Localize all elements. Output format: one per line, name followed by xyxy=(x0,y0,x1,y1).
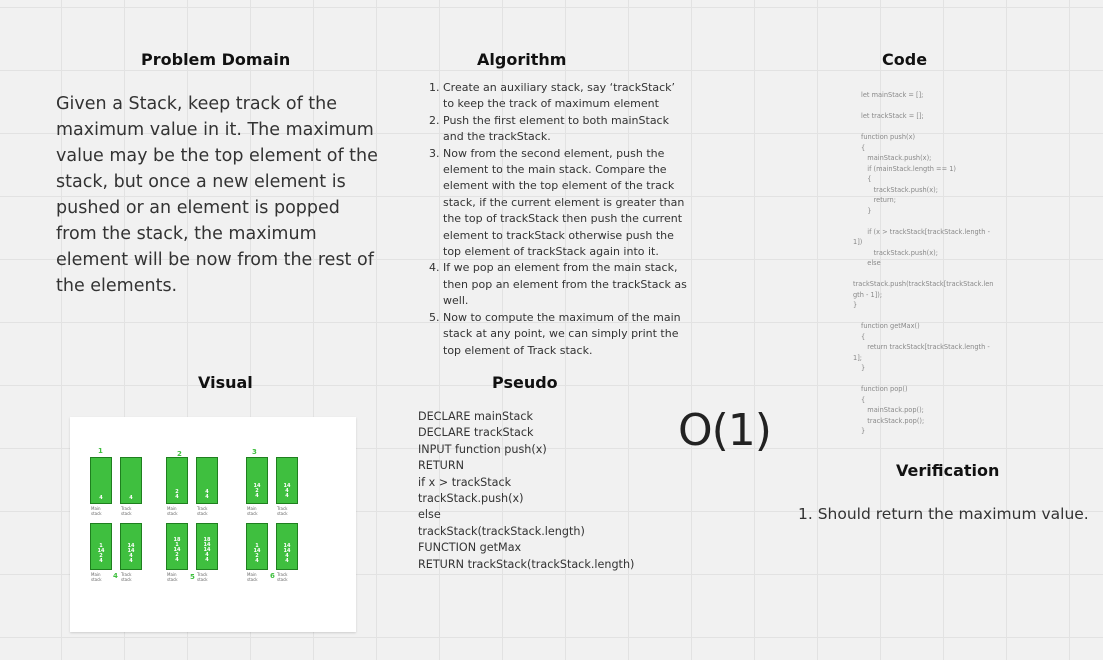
pseudo-line: else xyxy=(418,508,441,522)
code-line: } xyxy=(861,364,866,372)
main-stack-label: Main stack xyxy=(91,506,102,516)
code-line: trackStack.push(x); xyxy=(861,248,938,257)
main-stack-label: Main stack xyxy=(247,506,258,516)
algorithm-step: 1. Create an auxiliary stack, say ‘trackS… xyxy=(429,81,676,111)
visual-diagram: 1 4 Main stack 4 Track stack 2 2 4 Main stack 4 4 T… xyxy=(70,417,356,632)
code-line: else xyxy=(861,259,881,267)
pseudo-line: trackStack(trackStack.length) xyxy=(418,524,585,538)
verification-item: 1. Should return the maximum value. xyxy=(798,505,1089,523)
track-stack-label: Track stack xyxy=(197,506,208,516)
complexity-label: O(1) xyxy=(678,405,772,456)
pseudo-line: DECLARE mainStack xyxy=(418,410,533,423)
code-line: mainStack.push(x); xyxy=(861,154,932,162)
code-line: return; xyxy=(861,196,896,204)
track-stack-label: Track stack xyxy=(121,506,132,516)
stack-values: 1 14 2 4 xyxy=(253,543,261,564)
stack-values: 14 2 4 xyxy=(253,483,261,499)
pseudo-line: if x > trackStack xyxy=(418,475,512,489)
code-line: { xyxy=(861,175,872,183)
code-line: } xyxy=(853,301,858,309)
heading-algorithm: Algorithm xyxy=(477,50,567,69)
main-stack-label: Main stack xyxy=(91,572,102,582)
code-line: { xyxy=(861,143,866,152)
stack-values: 14 4 4 xyxy=(283,483,291,499)
track-stack-label: Track stack xyxy=(277,572,288,582)
stack-values: 4 xyxy=(99,495,103,501)
stack-values: 1 14 2 4 xyxy=(97,543,105,564)
step-number: 5 xyxy=(190,573,195,581)
heading-verification: Verification xyxy=(896,461,1000,480)
heading-visual: Visual xyxy=(198,373,253,392)
algorithm-step: 4. If we pop an element from the main sta… xyxy=(429,261,687,308)
step-number: 3 xyxy=(252,448,257,456)
code-line: function pop() xyxy=(861,385,908,393)
code-line: } xyxy=(861,206,872,215)
stack-values: 18 1 14 2 4 xyxy=(173,537,181,563)
algorithm-step: 5. Now to compute the maximum of the main… xyxy=(429,310,681,357)
code-line: let mainStack = []; xyxy=(861,91,924,99)
stack-values: 4 xyxy=(129,495,133,501)
stack-values: 24 xyxy=(175,489,179,500)
main-stack-label: Main stack xyxy=(247,572,258,582)
problem-description: Given a Stack, keep track of the maximum… xyxy=(56,94,378,296)
main-stack-label: Main stack xyxy=(167,506,178,516)
code-line: trackStack.push(trackStack[trackStack.le… xyxy=(853,280,994,288)
heading-code: Code xyxy=(882,50,928,69)
code-line: 1]; xyxy=(853,353,862,362)
pseudo-line: INPUT function push(x) xyxy=(418,442,547,456)
pseudo-line: RETURN xyxy=(418,459,465,473)
algorithm-step: 3. Now from the second element, push the … xyxy=(429,146,685,259)
main-stack-label: Main stack xyxy=(167,572,178,582)
step-number: 6 xyxy=(270,572,275,580)
code-line: mainStack.pop(); xyxy=(861,406,924,414)
code-line: gth - 1]); xyxy=(853,290,883,299)
code-line: { xyxy=(861,395,866,404)
stack-values: 44 xyxy=(205,489,209,500)
stack-values: 14 14 4 4 xyxy=(283,543,291,564)
track-stack-label: Track stack xyxy=(197,572,208,582)
code-line: } xyxy=(861,427,866,435)
pseudo-line: RETURN trackStack(trackStack.length) xyxy=(418,557,635,571)
heading-pseudo: Pseudo xyxy=(492,373,558,392)
step-number: 1 xyxy=(98,447,103,455)
code-line: function push(x) xyxy=(861,133,916,141)
algorithm-step: 2. Push the first element to both mainSta… xyxy=(429,113,669,144)
stack-values: 18 14 14 4 4 xyxy=(203,537,211,563)
code-line: trackStack.pop(); xyxy=(861,416,925,425)
code-line: 1]) xyxy=(853,238,863,246)
pseudo-line: FUNCTION getMax xyxy=(418,541,522,555)
heading-problem-domain: Problem Domain xyxy=(141,50,291,69)
pseudo-line: DECLARE trackStack xyxy=(418,426,534,440)
pseudo-line: trackStack.push(x) xyxy=(418,492,524,506)
code-line: let trackStack = []; xyxy=(861,112,924,120)
code-line: { xyxy=(861,332,866,341)
code-line: trackStack.push(x); xyxy=(861,185,938,194)
track-stack-label: Track stack xyxy=(121,572,132,582)
code-block: let mainStack = []; let trackStack = [];… xyxy=(853,90,994,437)
code-line: return trackStack[trackStack.length - xyxy=(861,343,990,351)
stack-values: 14 14 4 4 xyxy=(127,543,135,564)
track-stack-label: Track stack xyxy=(277,506,288,516)
code-line: function getMax() xyxy=(861,322,920,330)
algorithm-list: 1. Create an auxiliary stack, say ‘trackS… xyxy=(429,80,687,359)
code-line: if (mainStack.length == 1) xyxy=(861,164,956,173)
code-line: if (x > trackStack[trackStack.length - xyxy=(861,227,990,236)
step-number: 4 xyxy=(113,572,118,580)
pseudo-code: DECLARE mainStack DECLARE trackStack INPUT… xyxy=(418,409,634,573)
